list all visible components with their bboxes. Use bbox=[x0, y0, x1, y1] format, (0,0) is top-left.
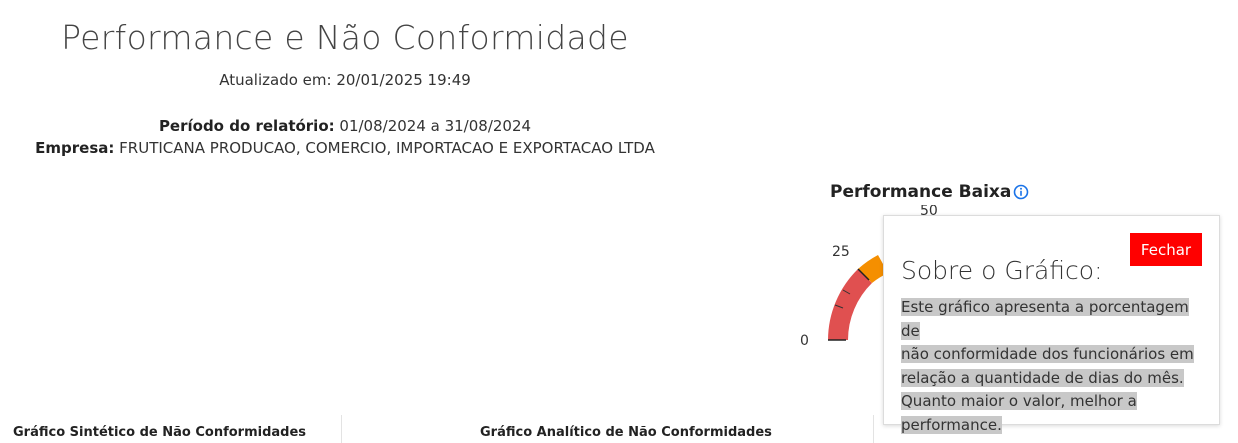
performance-gauge: 0 25 50 bbox=[800, 244, 888, 349]
about-chart-popover: Fechar Sobre o Gráfico: Este gráfico apr… bbox=[883, 215, 1220, 434]
gauge-arc-low bbox=[828, 269, 872, 340]
popover-line: Quanto maior o valor, melhor a bbox=[901, 392, 1137, 410]
updated-timestamp: Atualizado em: 20/01/2025 19:49 bbox=[219, 71, 471, 89]
section-divider bbox=[873, 415, 874, 443]
close-button[interactable]: Fechar bbox=[1130, 233, 1202, 266]
synthetic-chart-title: Gráfico Sintético de Não Conformidades bbox=[13, 425, 307, 440]
period-label: Período do relatório: bbox=[158, 117, 335, 135]
info-icon[interactable] bbox=[1013, 184, 1029, 200]
gauge-title: Performance Baixa bbox=[830, 182, 1012, 202]
report-period: Período do relatório: 01/08/2024 a 31/08… bbox=[0, 117, 690, 135]
popover-title: Sobre o Gráfico: bbox=[901, 256, 1103, 285]
section-divider bbox=[341, 415, 342, 443]
popover-line: relação a quantidade de dias do mês. bbox=[901, 368, 1184, 387]
company-value: FRUTICANA PRODUCAO, COMERCIO, IMPORTACAO… bbox=[114, 139, 655, 157]
popover-line: performance. bbox=[901, 415, 1002, 434]
gauge-tick-label: 0 bbox=[800, 333, 809, 349]
gauge-tick-label-50: 50 bbox=[920, 205, 938, 215]
company-label: Empresa: bbox=[35, 139, 115, 157]
page-title: Performance e Não Conformidade bbox=[61, 18, 629, 57]
period-value: 01/08/2024 a 31/08/2024 bbox=[334, 117, 532, 135]
company: Empresa: FRUTICANA PRODUCAO, COMERCIO, I… bbox=[0, 139, 690, 157]
analytic-chart-title: Gráfico Analítico de Não Conformidades bbox=[480, 425, 772, 440]
popover-line: Este gráfico apresenta a porcentagem de bbox=[901, 298, 1189, 340]
gauge-tick-label: 25 bbox=[832, 244, 850, 260]
popover-line: não conformidade dos funcionários em bbox=[901, 345, 1194, 363]
popover-description: Este gráfico apresenta a porcentagem de … bbox=[901, 296, 1206, 437]
